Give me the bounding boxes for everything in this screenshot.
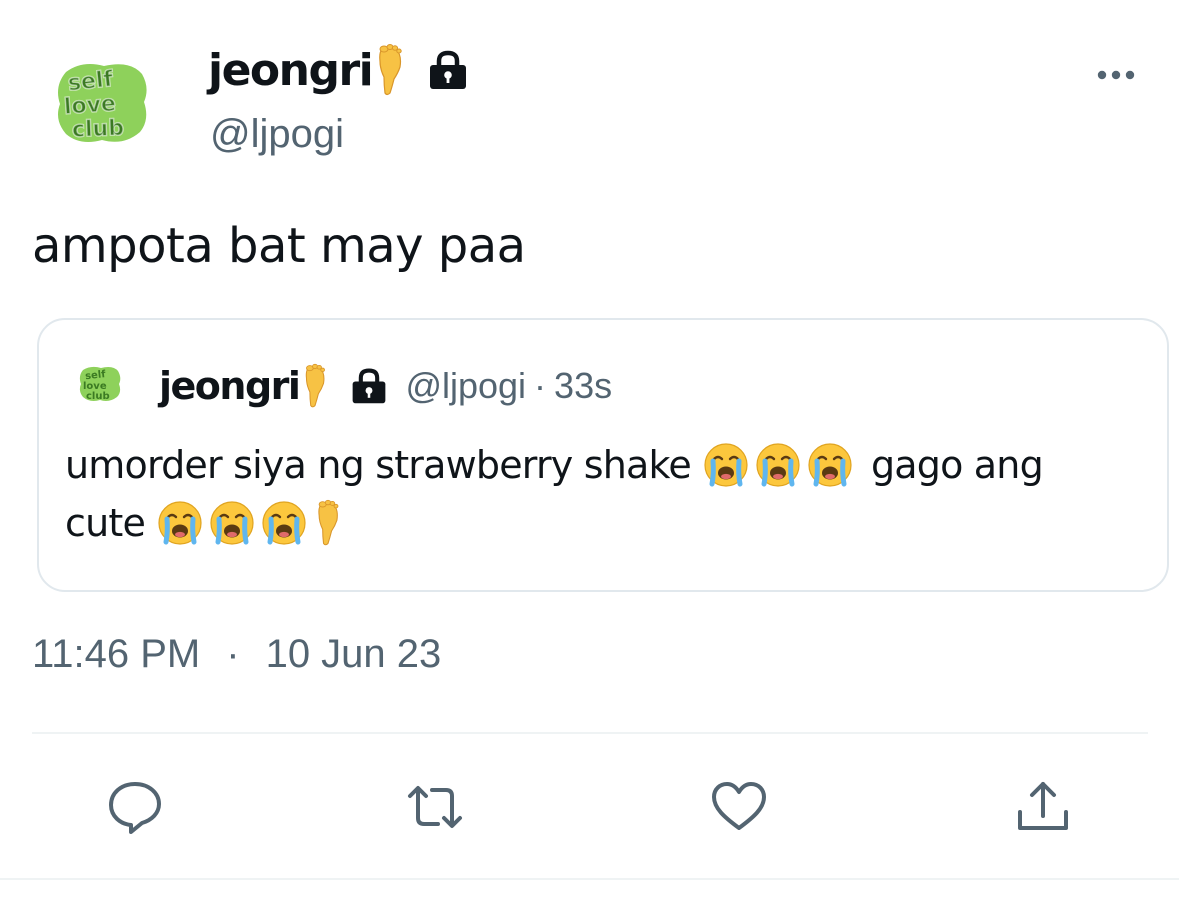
bottom-divider — [0, 878, 1179, 880]
quoted-timestamp: 33s — [554, 365, 613, 406]
quoted-author-name: jeongri — [159, 364, 301, 408]
loudly-crying-face-icon — [209, 500, 255, 546]
quoted-text-part-1: umorder siya ng strawberry shake — [65, 443, 692, 487]
tweet-time[interactable]: 11:46 PM — [32, 632, 200, 677]
loudly-crying-face-icon — [261, 500, 307, 546]
loudly-crying-face-icon — [755, 442, 801, 488]
divider — [32, 732, 1148, 734]
quoted-separator: · — [534, 365, 547, 406]
quoted-text-line-1: umorder siya ng strawberry shake gago an… — [65, 436, 1145, 494]
svg-text:club: club — [86, 391, 110, 402]
quoted-text-part-2: gago ang — [870, 443, 1044, 487]
loudly-crying-face-icon — [807, 442, 853, 488]
protected-lock-icon — [349, 366, 389, 406]
meta-separator: · — [226, 632, 240, 676]
self-love-club-logo: self love club self love club — [58, 64, 147, 143]
like-icon — [712, 782, 766, 830]
quoted-author-handle: @ljpogi — [405, 365, 527, 406]
quoted-text-line-2: cute — [65, 494, 1145, 552]
tweet-text: ampota bat may paa — [32, 218, 526, 274]
quoted-text-part-3: cute — [65, 501, 146, 545]
author-handle[interactable]: @ljpogi — [210, 112, 344, 157]
like-button[interactable] — [708, 776, 770, 838]
tweet-meta: 11:46 PM · 10 Jun 23 — [32, 632, 441, 677]
more-dots-icon — [1097, 70, 1135, 80]
quoted-tweet-card[interactable]: self love club jeongri @ljpogi · 33s umo… — [37, 318, 1169, 592]
retweet-button[interactable] — [404, 776, 466, 838]
tweet-date[interactable]: 10 Jun 23 — [266, 632, 442, 677]
reply-button[interactable] — [104, 776, 166, 838]
reply-icon — [109, 782, 161, 834]
loudly-crying-face-icon — [703, 442, 749, 488]
foot-emoji-icon — [301, 363, 329, 409]
share-button[interactable] — [1012, 776, 1074, 838]
more-options-button[interactable] — [1092, 60, 1140, 90]
author-avatar[interactable]: self love club self love club — [52, 58, 152, 148]
protected-lock-icon — [426, 48, 470, 92]
quoted-author-avatar: self love club — [77, 364, 123, 404]
author-display-name[interactable]: jeongri — [208, 45, 374, 96]
author-name-row: jeongri — [208, 40, 470, 100]
foot-emoji-icon — [313, 499, 343, 547]
quoted-tweet-text: umorder siya ng strawberry shake gago an… — [65, 436, 1145, 552]
share-icon — [1018, 782, 1068, 830]
foot-emoji-icon — [374, 43, 406, 97]
svg-text:club: club — [72, 116, 125, 143]
retweet-icon — [408, 786, 462, 828]
quoted-tweet-header: jeongri @ljpogi · 33s — [159, 358, 612, 414]
loudly-crying-face-icon — [157, 500, 203, 546]
